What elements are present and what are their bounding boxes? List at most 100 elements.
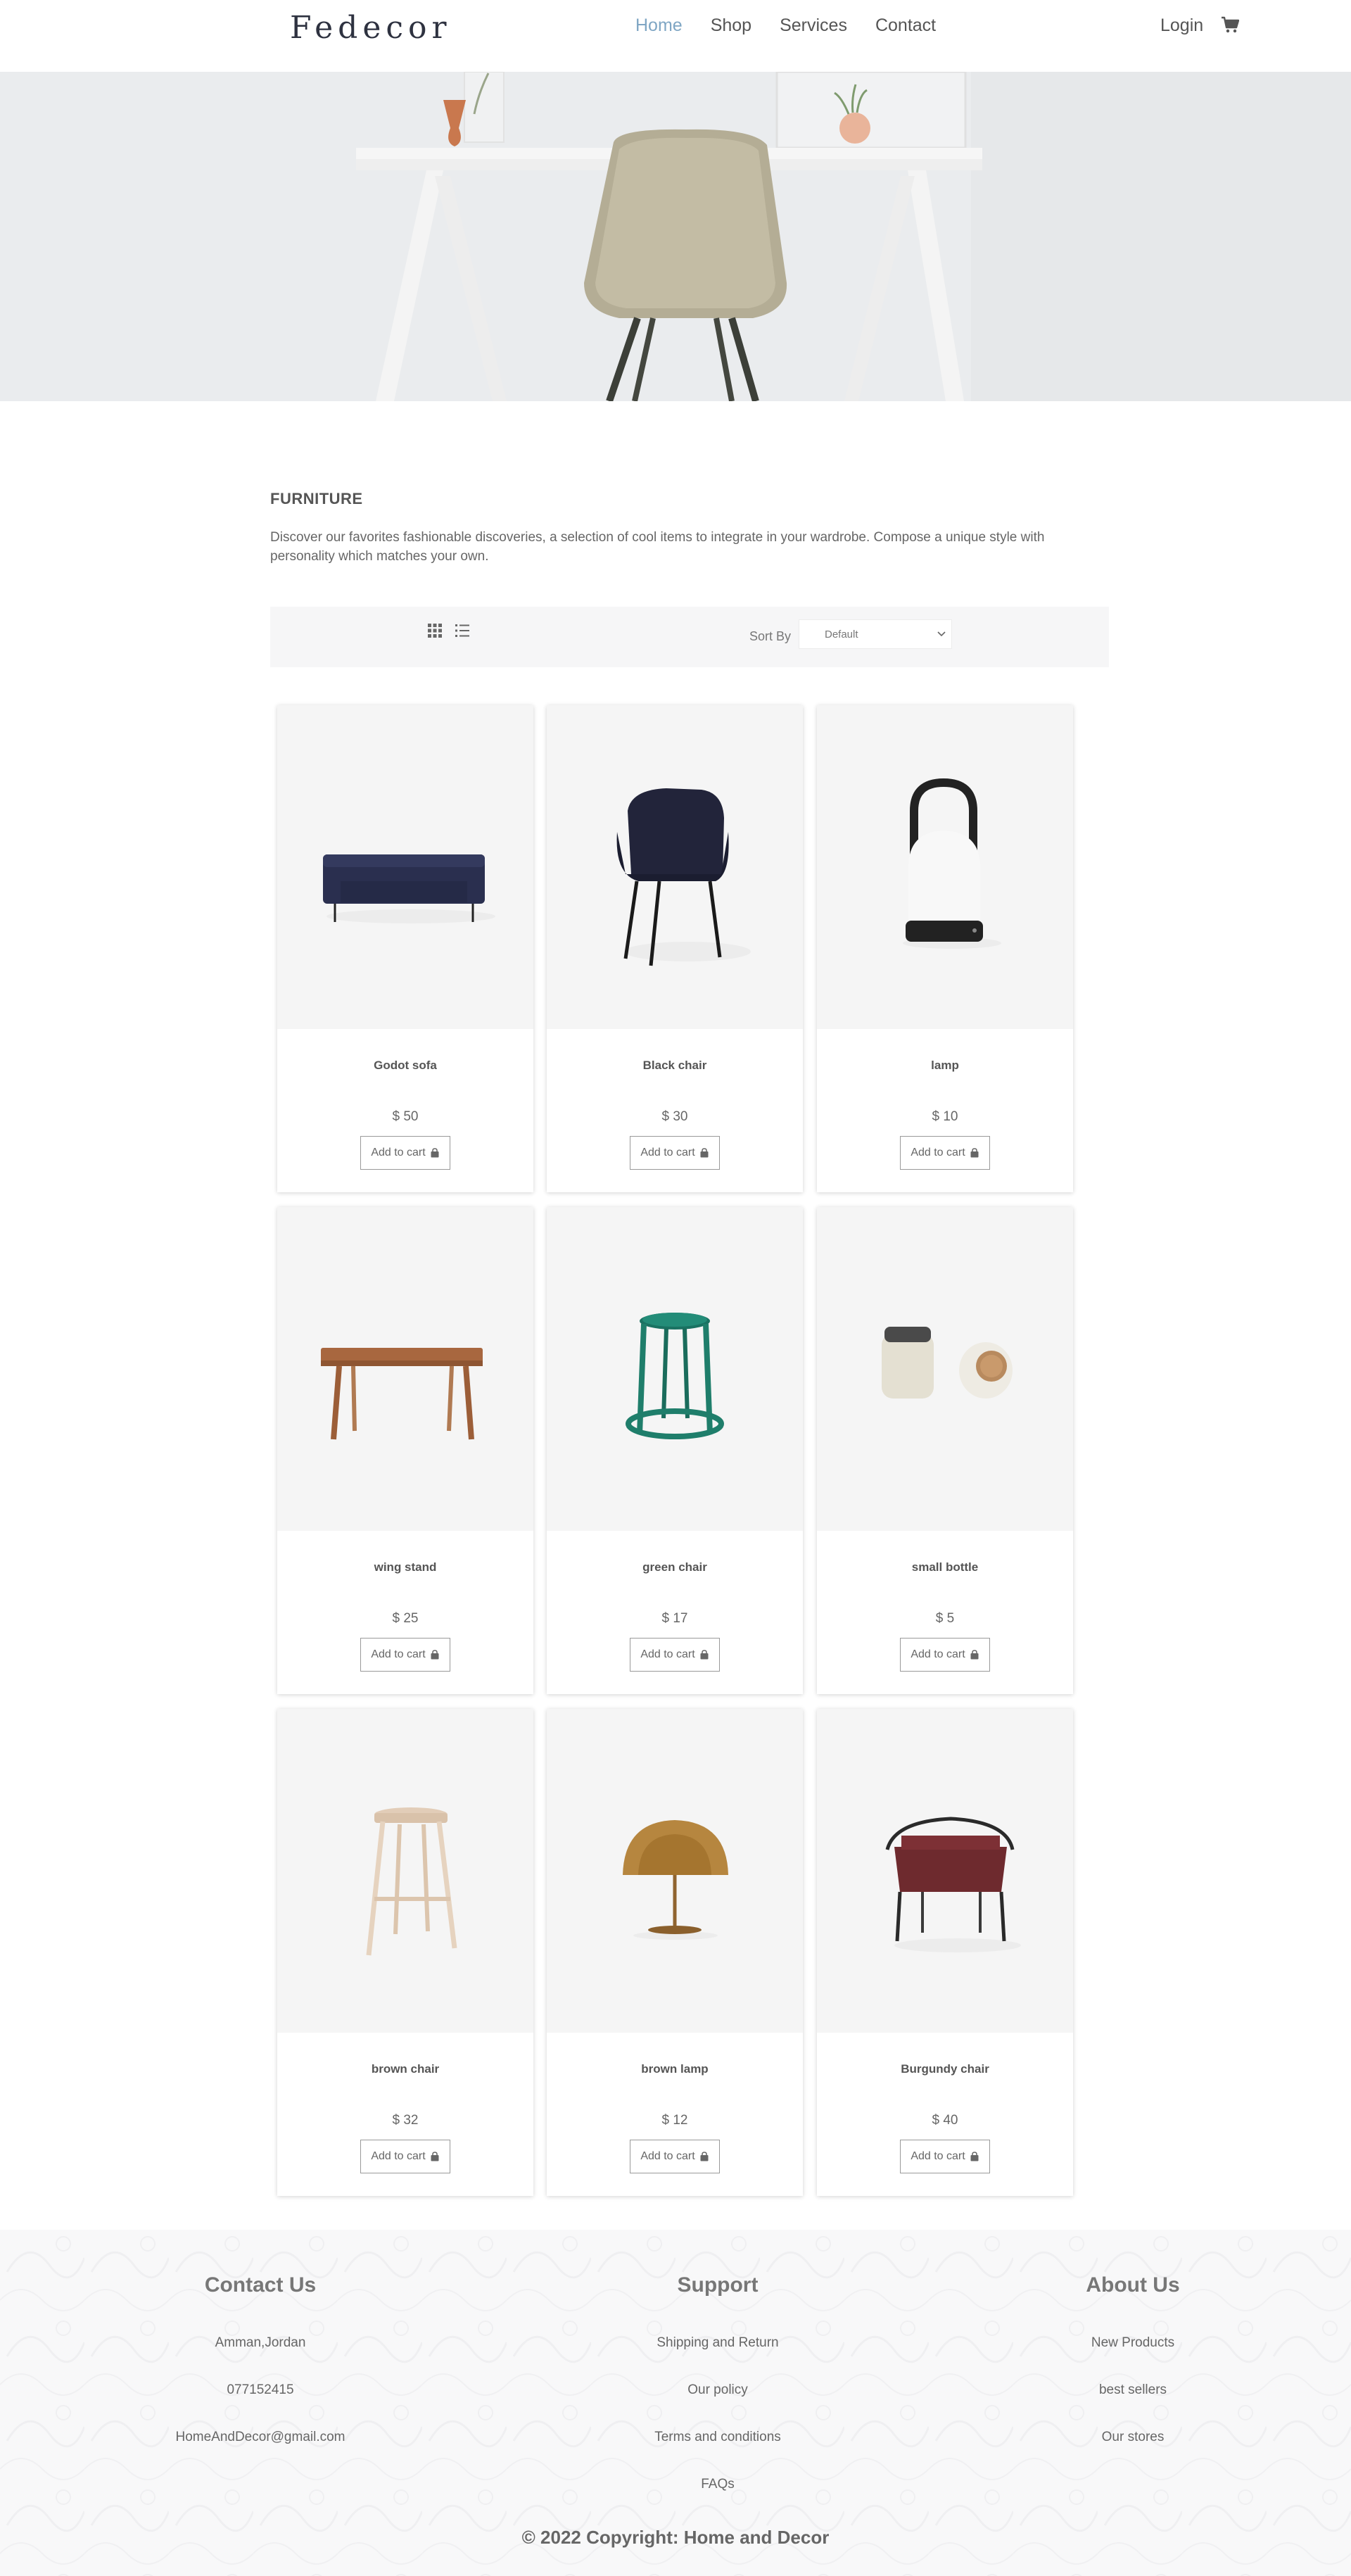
footer-link-policy[interactable]: Our policy [687,2382,748,2398]
add-to-cart-label: Add to cart [371,1147,426,1158]
footer-support-column: Support [619,2273,816,2297]
add-to-cart-button[interactable]: Add to cart [900,1136,990,1170]
product-image[interactable] [277,1207,533,1531]
shopping-bag-icon [700,2152,709,2161]
product-name[interactable]: green chair [547,1560,803,1574]
shopping-cart-icon[interactable] [1221,15,1239,34]
product-price: $ 50 [392,1109,419,1124]
navy-sofa-image [323,854,495,923]
footer-link-faqs[interactable]: FAQs [701,2477,735,2492]
add-to-cart-button[interactable]: Add to cart [360,2140,450,2173]
product-name[interactable]: small bottle [817,1560,1073,1574]
add-to-cart-label: Add to cart [911,1147,965,1158]
nav-link-contact[interactable]: Contact [875,15,936,36]
shopping-bag-icon [431,1650,439,1660]
product-price: $ 32 [392,2113,419,2128]
add-to-cart-button[interactable]: Add to cart [630,1136,720,1170]
product-name[interactable]: wing stand [277,1560,533,1574]
product-image[interactable] [277,1709,533,2033]
shopping-bag-icon [700,1650,709,1660]
add-to-cart-button[interactable]: Add to cart [630,2140,720,2173]
product-image[interactable] [277,705,533,1029]
sort-select-value: Default [825,628,858,640]
list-view-icon[interactable] [455,623,470,638]
shopping-bag-icon [970,1650,979,1660]
add-to-cart-label: Add to cart [911,2150,965,2162]
footer-link-our-stores[interactable]: Our stores [1102,2430,1165,2445]
copper-dome-lamp-image [623,1820,728,1940]
burgundy-chair-image [885,1817,1021,1952]
footer-contact-address: Amman,Jordan [215,2335,306,2350]
add-to-cart-label: Add to cart [640,2150,695,2162]
add-to-cart-label: Add to cart [371,1648,426,1660]
product-card[interactable]: brown lamp $ 12 Add to cart [547,1709,803,2196]
add-to-cart-label: Add to cart [640,1648,695,1660]
product-card[interactable]: wing stand $ 25 Add to cart [277,1207,533,1694]
add-to-cart-button[interactable]: Add to cart [360,1638,450,1672]
product-name[interactable]: brown lamp [547,2062,803,2076]
footer-contact-email[interactable]: HomeAndDecor@gmail.com [175,2430,345,2445]
product-image[interactable] [817,705,1073,1029]
product-name[interactable]: brown chair [277,2062,533,2076]
chevron-down-icon [937,631,946,637]
product-card[interactable]: small bottle $ 5 Add to cart [817,1207,1073,1694]
product-price: $ 25 [392,1611,419,1626]
add-to-cart-button[interactable]: Add to cart [360,1136,450,1170]
shopping-bag-icon [431,2152,439,2161]
sort-select[interactable]: Default [799,619,952,649]
product-card[interactable]: Black chair $ 30 Add to cart [547,705,803,1192]
footer-link-shipping[interactable]: Shipping and Return [657,2335,778,2351]
product-image[interactable] [817,1207,1073,1531]
black-armchair-image [616,788,751,966]
add-to-cart-label: Add to cart [640,1147,695,1158]
add-to-cart-button[interactable]: Add to cart [900,1638,990,1672]
add-to-cart-button[interactable]: Add to cart [900,2140,990,2173]
sort-label: Sort By [749,629,792,643]
product-card[interactable]: brown chair $ 32 Add to cart [277,1709,533,2196]
site-logo[interactable]: Fedecor [290,10,452,46]
top-navigation: Fedecor Home Shop Services Contact Login [0,0,1351,72]
shopping-bag-icon [970,1148,979,1158]
product-card[interactable]: Burgundy chair $ 40 Add to cart [817,1709,1073,2196]
shopping-bag-icon [431,1148,439,1158]
product-name[interactable]: Godot sofa [277,1059,533,1073]
product-price: $ 12 [661,2113,688,2128]
product-card[interactable]: lamp $ 10 Add to cart [817,705,1073,1192]
product-price: $ 10 [932,1109,958,1124]
product-image[interactable] [547,1207,803,1531]
footer-link-terms[interactable]: Terms and conditions [654,2430,781,2445]
footer-support-title: Support [677,2273,759,2297]
shopping-bag-icon [700,1148,709,1158]
category-description: Discover our favorites fashionable disco… [270,530,1045,564]
product-price: $ 30 [661,1109,688,1124]
nav-link-home[interactable]: Home [635,15,683,36]
nav-link-services[interactable]: Services [780,15,847,36]
product-image[interactable] [547,705,803,1029]
wooden-bench-image [321,1348,483,1440]
hero-desk-chair-image [0,72,1351,401]
footer-link-best-sellers[interactable]: best sellers [1099,2382,1167,2398]
add-to-cart-label: Add to cart [371,2150,426,2162]
shopping-bag-icon [970,2152,979,2161]
footer-link-new-products[interactable]: New Products [1091,2335,1174,2351]
product-name[interactable]: lamp [817,1059,1073,1073]
product-price: $ 17 [661,1611,688,1626]
login-link[interactable]: Login [1160,15,1203,36]
footer-contact-phone: 077152415 [227,2382,294,2397]
product-image[interactable] [817,1709,1073,2033]
category-title: FURNITURE [270,490,363,507]
add-to-cart-button[interactable]: Add to cart [630,1638,720,1672]
product-card[interactable]: Godot sofa $ 50 Add to cart [277,705,533,1192]
product-price: $ 40 [932,2113,958,2128]
hero-banner [0,72,1351,401]
copyright-text: © 2022 Copyright: Home and Decor [521,2527,830,2548]
product-card[interactable]: green chair $ 17 Add to cart [547,1207,803,1694]
product-name[interactable]: Black chair [547,1059,803,1073]
nav-links: Home Shop Services Contact [635,15,964,36]
wooden-bar-stool-image [366,1807,457,1956]
product-name[interactable]: Burgundy chair [817,2062,1073,2076]
product-image[interactable] [547,1709,803,2033]
grid-view-icon[interactable] [427,623,443,638]
footer: Contact Us Amman,Jordan 077152415 HomeAn… [0,2230,1351,2576]
nav-link-shop[interactable]: Shop [711,15,751,36]
